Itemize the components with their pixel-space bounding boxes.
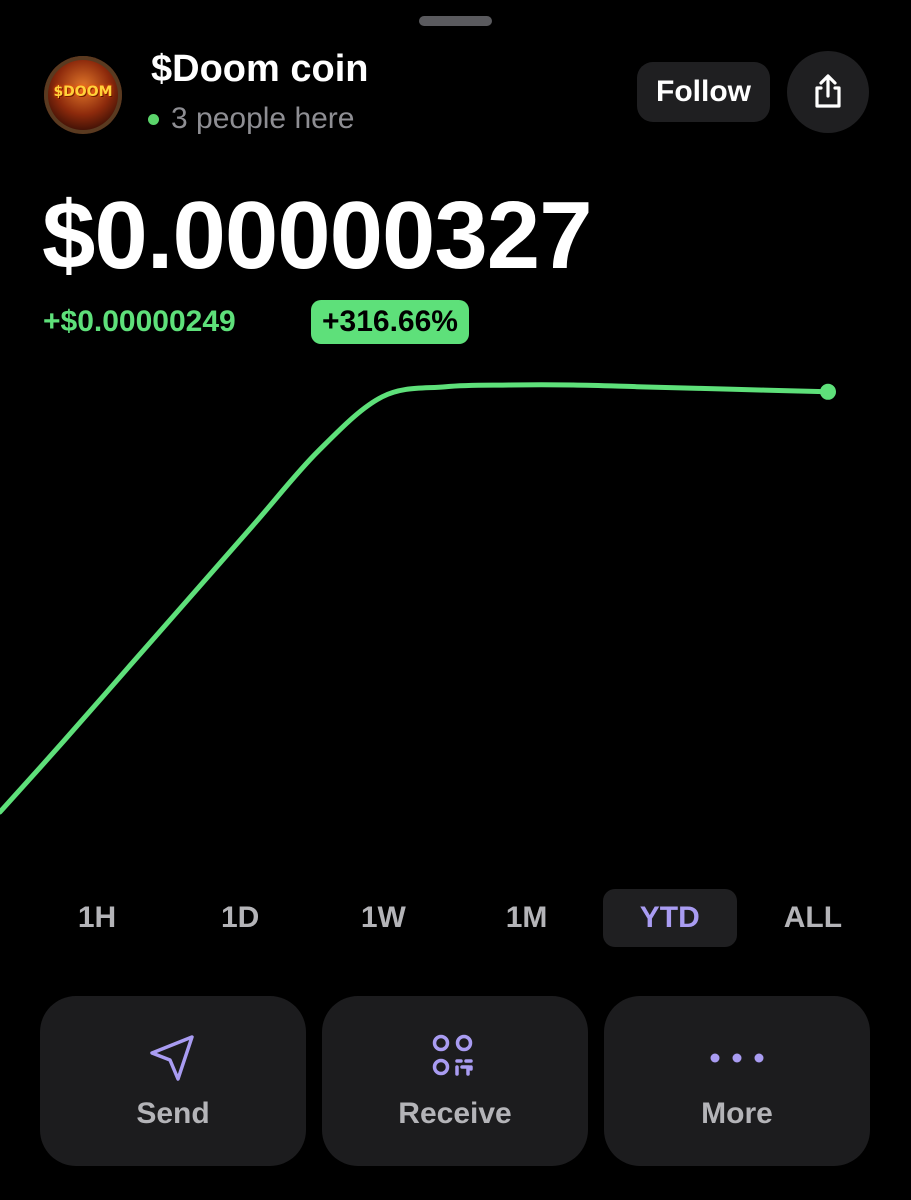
online-dot-icon <box>148 113 159 125</box>
range-tab-1h[interactable]: 1H <box>30 889 164 947</box>
price-line <box>0 382 831 815</box>
current-price: $0.00000327 <box>42 182 593 289</box>
receive-button[interactable]: Receive <box>322 996 588 1166</box>
more-button[interactable]: More <box>604 996 870 1166</box>
send-icon <box>150 1035 194 1081</box>
share-icon <box>815 74 841 108</box>
price-chart[interactable] <box>0 0 911 860</box>
more-label: More <box>701 1097 773 1130</box>
follow-button[interactable]: Follow <box>637 62 770 122</box>
range-tab-1w[interactable]: 1W <box>316 889 450 947</box>
presence-indicator: 3 people here <box>148 102 355 136</box>
qr-code-icon <box>432 1034 473 1076</box>
range-tab-1m[interactable]: 1M <box>460 889 594 947</box>
coin-avatar: $DOOM <box>44 56 122 134</box>
presence-text: 3 people here <box>171 102 355 135</box>
send-label: Send <box>136 1097 210 1130</box>
range-tab-1d[interactable]: 1D <box>173 889 307 947</box>
coin-title: $Doom coin <box>151 48 369 90</box>
sheet-grabber[interactable] <box>419 16 492 26</box>
action-bar: Send Receive More <box>40 996 870 1166</box>
more-dots-icon <box>710 1053 764 1063</box>
price-change-absolute: +$0.00000249 <box>43 305 236 338</box>
current-price-marker <box>820 383 836 400</box>
coin-logo-text: $DOOM <box>53 84 113 100</box>
share-button[interactable] <box>787 51 869 133</box>
range-tab-ytd[interactable]: YTD <box>602 889 737 947</box>
send-button[interactable]: Send <box>40 996 306 1166</box>
price-change-percent-badge: +316.66% <box>311 300 469 344</box>
time-range-selector: 1H 1D 1W 1M YTD ALL <box>30 889 880 947</box>
receive-label: Receive <box>398 1097 512 1130</box>
range-tab-all[interactable]: ALL <box>746 889 880 947</box>
